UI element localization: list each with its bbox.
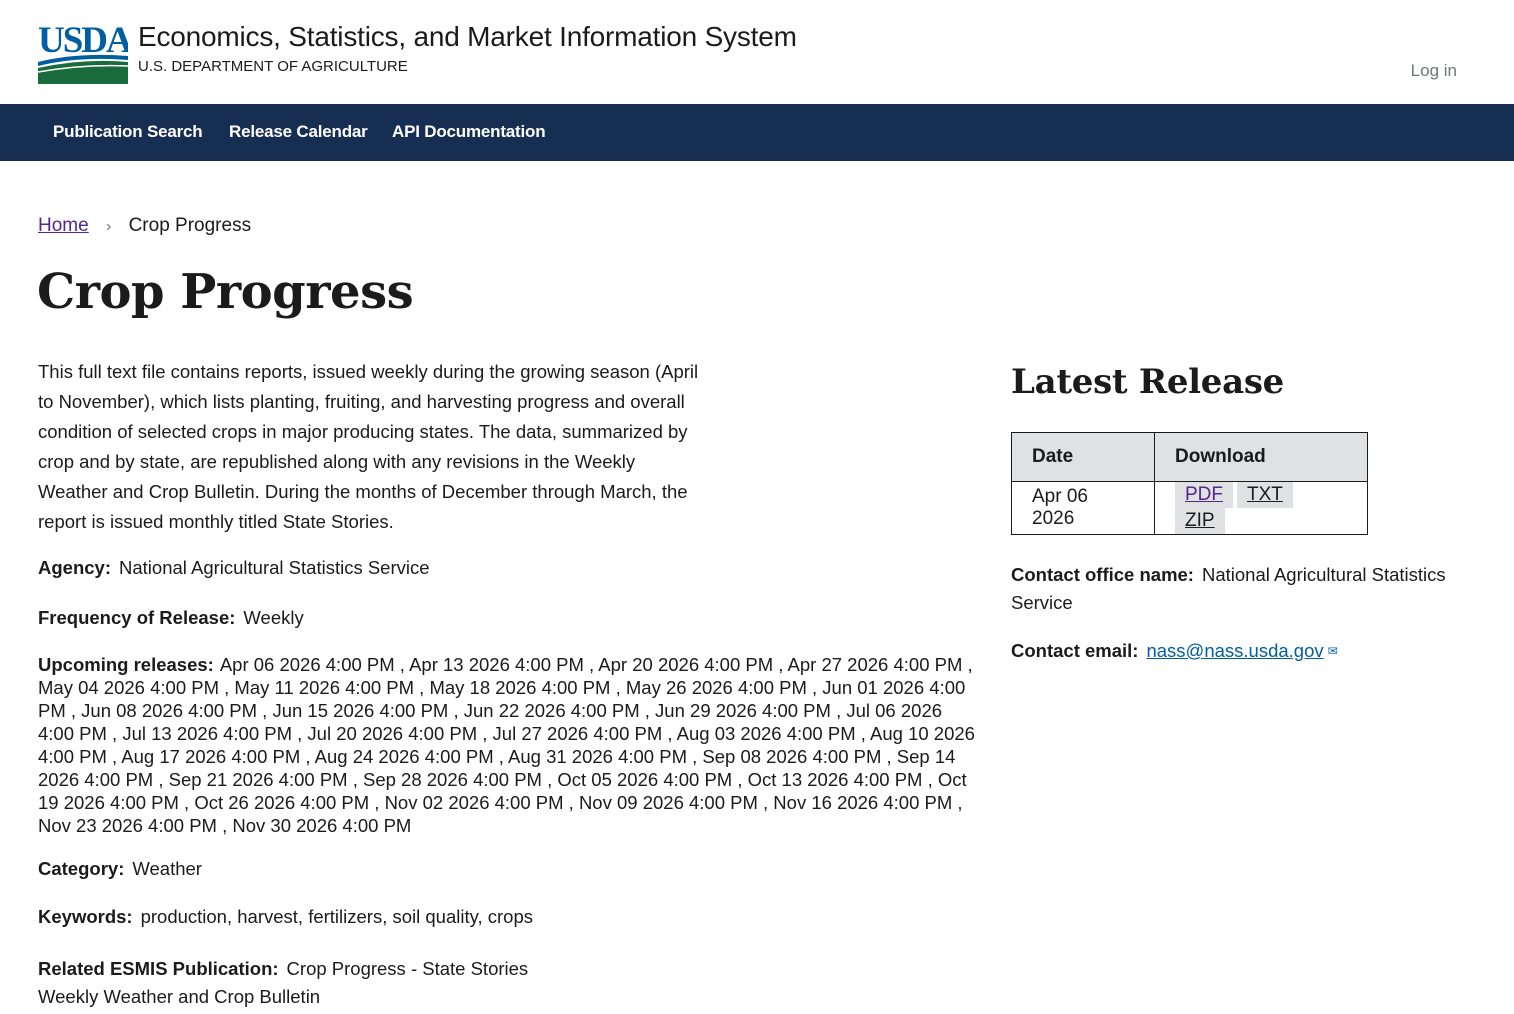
keywords-value: production, harvest, fertilizers, soil q… [140, 906, 534, 927]
category-value: Weather [132, 858, 202, 879]
upcoming-releases-field: Upcoming releases: Apr 06 2026 4:00 PM , … [38, 653, 978, 837]
usda-logo[interactable]: USDA [38, 22, 128, 84]
login-link[interactable]: Log in [1411, 61, 1457, 81]
related-item[interactable]: Crop Progress - State Stories [287, 958, 529, 979]
column-header-download: Download [1154, 432, 1368, 482]
related-label: Related ESMIS Publication: [38, 958, 279, 979]
main-nav: Publication Search Release Calendar API … [0, 104, 1514, 161]
contact-office-label: Contact office name: [1011, 564, 1194, 585]
nav-api-documentation[interactable]: API Documentation [392, 122, 546, 142]
column-header-date: Date [1011, 432, 1155, 482]
download-zip-button[interactable]: ZIP [1175, 508, 1225, 534]
contact-email-label: Contact email: [1011, 640, 1139, 661]
table-header-row: Date Download [1011, 432, 1368, 482]
table-row: Apr 06 2026 PDF TXT ZIP [1011, 481, 1368, 535]
nav-release-calendar[interactable]: Release Calendar [229, 122, 368, 142]
page-title: Crop Progress [37, 264, 414, 320]
contact-email-field: Contact email: nass@nass.usda.gov ✉ [1011, 637, 1471, 665]
chevron-right-icon: › [105, 218, 112, 235]
keywords-label: Keywords: [38, 906, 133, 927]
latest-release-table: Date Download Apr 06 2026 PDF TXT ZIP [1011, 432, 1368, 535]
upcoming-label: Upcoming releases: [38, 654, 214, 675]
agency-field: Agency: National Agricultural Statistics … [38, 557, 430, 579]
download-cell: PDF TXT ZIP [1154, 481, 1368, 535]
category-field: Category: Weather [38, 858, 202, 880]
site-title[interactable]: Economics, Statistics, and Market Inform… [138, 21, 797, 53]
site-subtitle: U.S. DEPARTMENT OF AGRICULTURE [138, 58, 408, 75]
mail-icon: ✉ [1327, 644, 1338, 658]
frequency-label: Frequency of Release: [38, 607, 236, 628]
download-txt-button[interactable]: TXT [1237, 482, 1293, 508]
keywords-field: Keywords: production, harvest, fertilizer… [38, 906, 533, 928]
logo-text: USDA [38, 22, 128, 61]
site-header: USDA Economics, Statistics, and Market I… [0, 0, 1514, 104]
related-publication-field: Related ESMIS Publication: Crop Progress … [38, 955, 528, 1011]
contact-email-link[interactable]: nass@nass.usda.gov [1146, 640, 1323, 661]
contact-office-field: Contact office name: National Agricultura… [1011, 561, 1471, 617]
breadcrumb: Home › Crop Progress [38, 215, 251, 237]
upcoming-value: Apr 06 2026 4:00 PM , Apr 13 2026 4:00 P… [38, 654, 975, 836]
agency-label: Agency: [38, 557, 111, 578]
frequency-field: Frequency of Release: Weekly [38, 607, 304, 629]
publication-description: This full text file contains reports, is… [38, 361, 699, 532]
download-pdf-button[interactable]: PDF [1175, 482, 1233, 508]
related-item[interactable]: Weekly Weather and Crop Bulletin [38, 986, 320, 1007]
release-date: Apr 06 2026 [1011, 481, 1155, 535]
breadcrumb-current: Crop Progress [128, 215, 252, 236]
latest-release-title: Latest Release [1011, 362, 1284, 402]
nav-publication-search[interactable]: Publication Search [53, 122, 203, 142]
agency-value: National Agricultural Statistics Service [119, 557, 430, 578]
frequency-value: Weekly [243, 607, 304, 628]
category-label: Category: [38, 858, 125, 879]
breadcrumb-home[interactable]: Home [38, 215, 89, 236]
